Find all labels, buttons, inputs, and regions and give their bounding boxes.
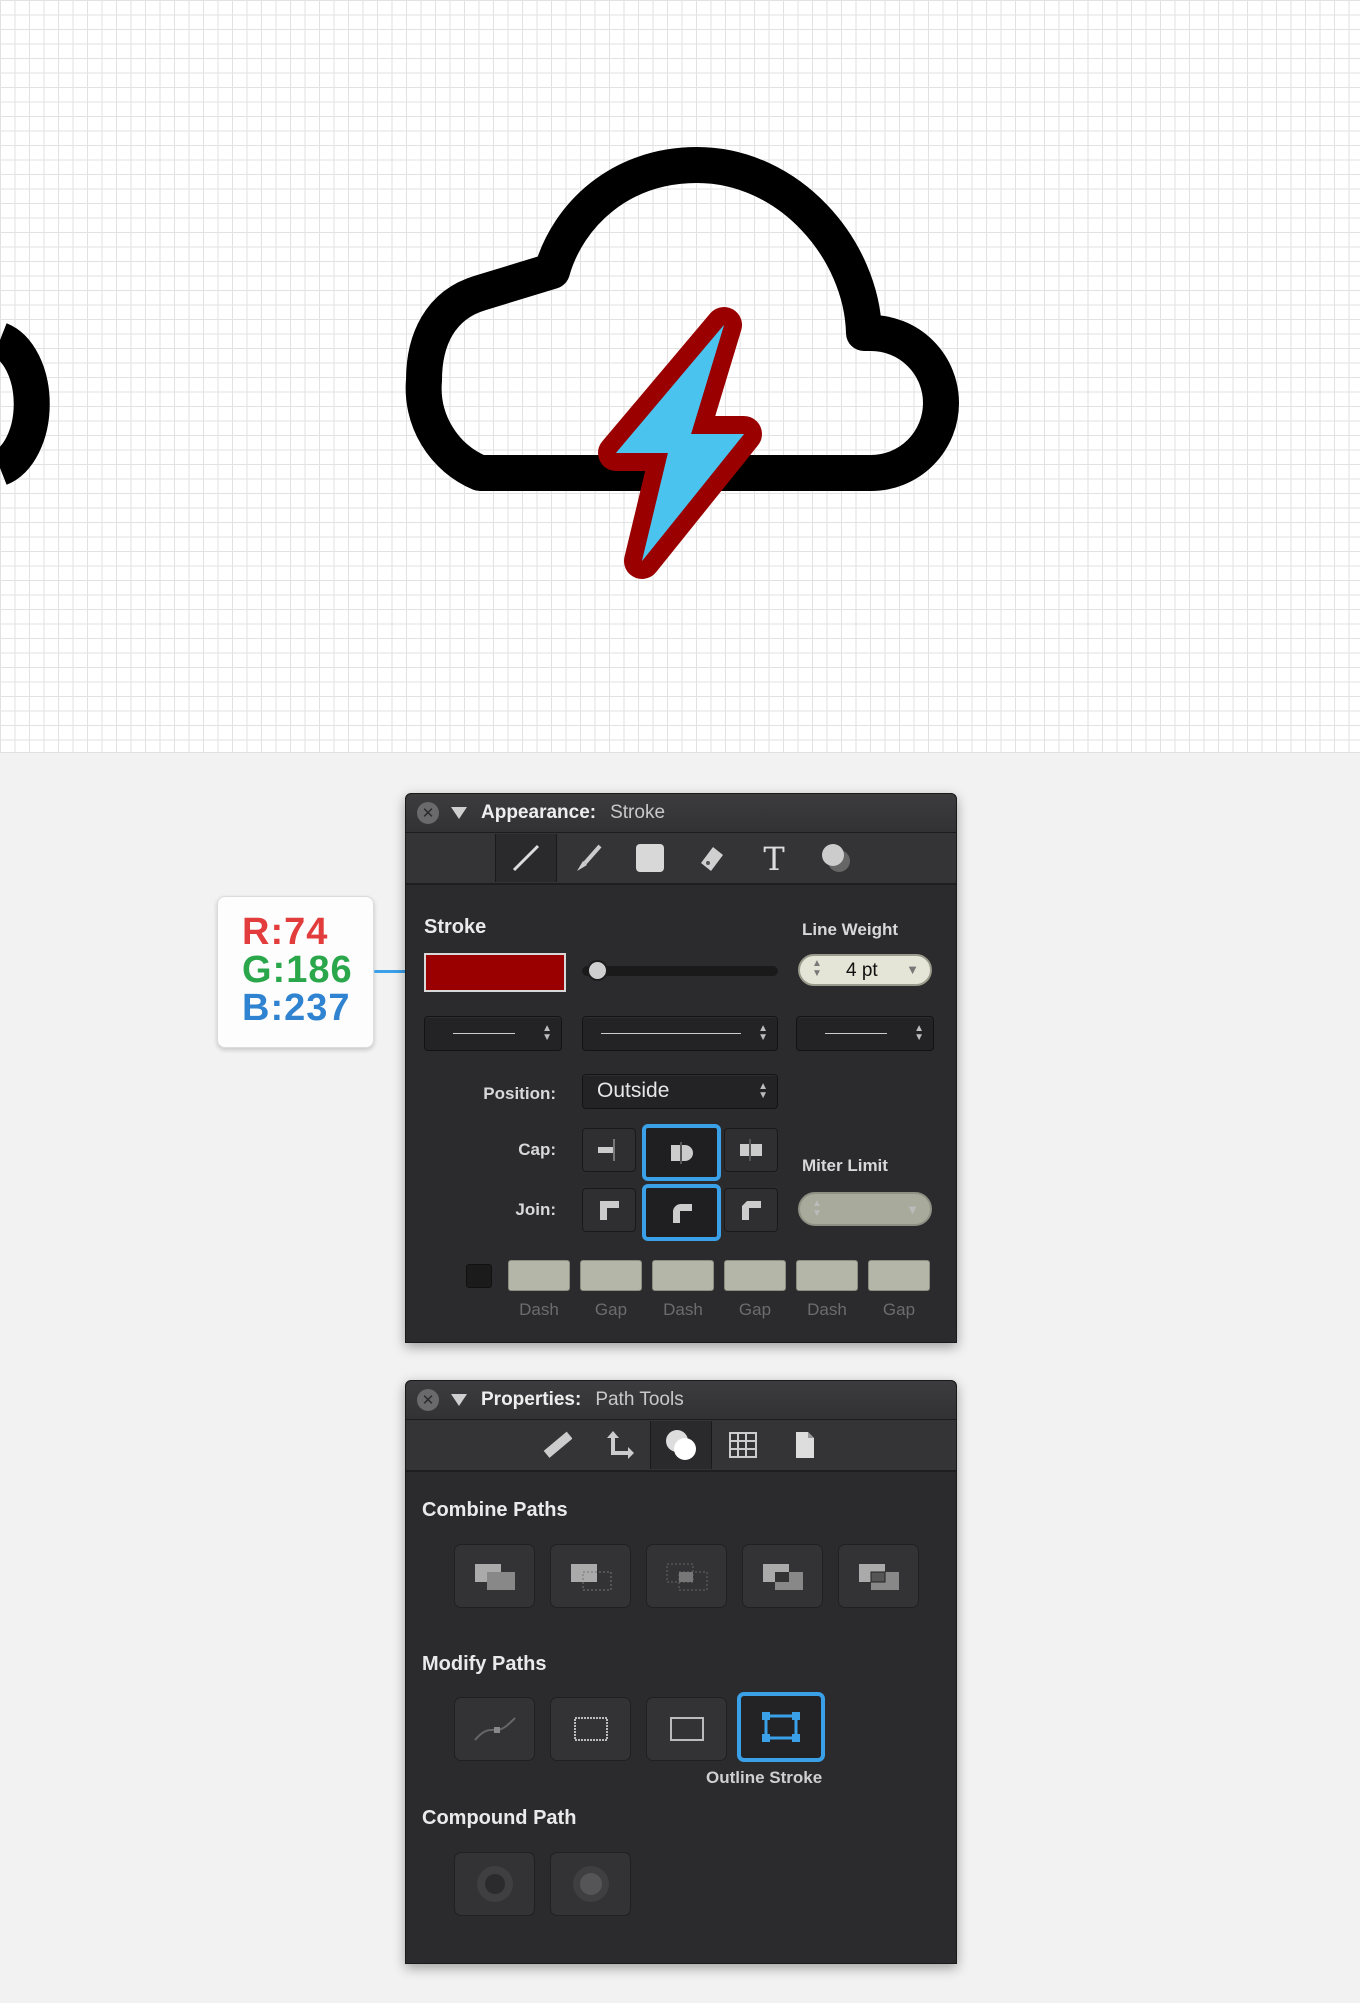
properties-header: ✕ Properties: Path Tools [406, 1381, 956, 1420]
combine-paths-heading: Combine Paths [422, 1499, 568, 1521]
fill-square-icon[interactable] [619, 834, 681, 882]
appearance-toolbar: T [406, 833, 956, 885]
panel-title: Appearance: [481, 802, 597, 823]
panel-subtitle: Path Tools [595, 1389, 684, 1410]
compound-path-heading: Compound Path [422, 1807, 577, 1829]
close-icon[interactable]: ✕ [417, 802, 439, 824]
red-value: R:74 [242, 911, 329, 953]
properties-panel: ✕ Properties: Path Tools Combine Paths M… [405, 1380, 957, 1964]
properties-toolbar [406, 1420, 956, 1472]
move-arrows-icon[interactable] [588, 1421, 650, 1469]
collapse-triangle-icon[interactable] [451, 807, 467, 819]
join-label: Join: [515, 1200, 556, 1219]
outline-stroke-label: Outline Stroke [706, 1768, 823, 1787]
eraser-icon[interactable] [681, 834, 743, 882]
line-weight-field[interactable]: ▲ ▼ 4 pt ▼ [798, 954, 932, 986]
exclude-button[interactable] [742, 1544, 823, 1608]
gap-field-1[interactable] [580, 1260, 642, 1291]
collapse-triangle-icon[interactable] [451, 1394, 467, 1406]
path-combine-icon[interactable] [650, 1421, 712, 1469]
appearance-panel: ✕ Appearance: Stroke T Stroke Line Weigh… [405, 793, 957, 1343]
svg-text:T: T [763, 843, 785, 873]
dash-field-2[interactable] [652, 1260, 714, 1291]
gap-label: Gap [882, 1300, 916, 1319]
stroke-color-swatch[interactable] [424, 953, 566, 992]
intersect-button[interactable] [646, 1544, 727, 1608]
appearance-header: ✕ Appearance: Stroke [406, 794, 956, 833]
grid-icon[interactable] [712, 1421, 774, 1469]
gap-field-3[interactable] [868, 1260, 930, 1291]
union-button[interactable] [454, 1544, 535, 1608]
ruler-icon[interactable] [526, 1421, 588, 1469]
end-arrow-select[interactable]: ▲ ▼ [796, 1016, 934, 1051]
stroke-label: Stroke [424, 916, 487, 938]
butt-cap-button[interactable] [582, 1128, 636, 1172]
offset-path-button[interactable] [646, 1697, 727, 1761]
release-compound-button[interactable] [550, 1852, 631, 1916]
panel-title: Properties: [481, 1389, 582, 1410]
brush-icon[interactable] [557, 834, 619, 882]
miter-limit-label: Miter Limit [802, 1156, 888, 1175]
line-tool-icon[interactable] [495, 834, 557, 882]
chevron-down-icon[interactable]: ▼ [906, 962, 919, 977]
stroke-slider-knob[interactable] [587, 960, 608, 981]
position-value: Outside [597, 1079, 670, 1102]
gap-field-2[interactable] [724, 1260, 786, 1291]
outline-path-button[interactable] [550, 1697, 631, 1761]
artwork [0, 147, 959, 579]
partial-circle-shape [0, 323, 50, 485]
outline-stroke-button[interactable] [737, 1692, 825, 1762]
line-weight-value: 4 pt [846, 960, 878, 981]
miter-join-button[interactable] [582, 1188, 636, 1232]
dash-label: Dash [807, 1300, 847, 1319]
position-label: Position: [483, 1084, 556, 1103]
position-select[interactable]: Outside ▲ ▼ [582, 1074, 778, 1109]
green-value: G:186 [242, 949, 353, 991]
bevel-join-button[interactable] [724, 1188, 778, 1232]
line-weight-stepper-icon[interactable]: ▲ ▼ [812, 959, 822, 979]
square-cap-button[interactable] [724, 1128, 778, 1172]
shadow-icon[interactable] [805, 834, 867, 882]
panel-subtitle: Stroke [610, 802, 666, 823]
dash-label: Dash [519, 1300, 559, 1319]
document-icon[interactable] [774, 1421, 836, 1469]
make-compound-button[interactable] [454, 1852, 535, 1916]
subtract-button[interactable] [550, 1544, 631, 1608]
chevron-down-icon: ▼ [906, 1202, 919, 1217]
stroke-pattern-select[interactable]: ▲ ▼ [582, 1016, 778, 1051]
miter-limit-field: ▲ ▼ ▼ [798, 1192, 932, 1226]
round-cap-button[interactable] [642, 1124, 721, 1181]
text-icon[interactable]: T [743, 834, 805, 882]
modify-paths-heading: Modify Paths [422, 1653, 547, 1675]
drawing-canvas[interactable] [0, 0, 1360, 753]
rgb-callout: R:74 G:186 B:237 [217, 896, 374, 1048]
close-icon[interactable]: ✕ [417, 1389, 439, 1411]
line-weight-label: Line Weight [802, 920, 899, 939]
start-arrow-select[interactable]: ▲ ▼ [424, 1016, 562, 1051]
divide-button[interactable] [838, 1544, 919, 1608]
dash-checkbox[interactable] [466, 1264, 492, 1288]
gap-label: Gap [594, 1300, 628, 1319]
dash-field-1[interactable] [508, 1260, 570, 1291]
round-join-button[interactable] [642, 1184, 721, 1241]
dash-label: Dash [663, 1300, 703, 1319]
dash-field-3[interactable] [796, 1260, 858, 1291]
cap-label: Cap: [518, 1140, 556, 1159]
stroke-slider-track[interactable] [582, 966, 778, 976]
simplify-path-button[interactable] [454, 1697, 535, 1761]
gap-label: Gap [738, 1300, 772, 1319]
blue-value: B:237 [242, 987, 351, 1029]
